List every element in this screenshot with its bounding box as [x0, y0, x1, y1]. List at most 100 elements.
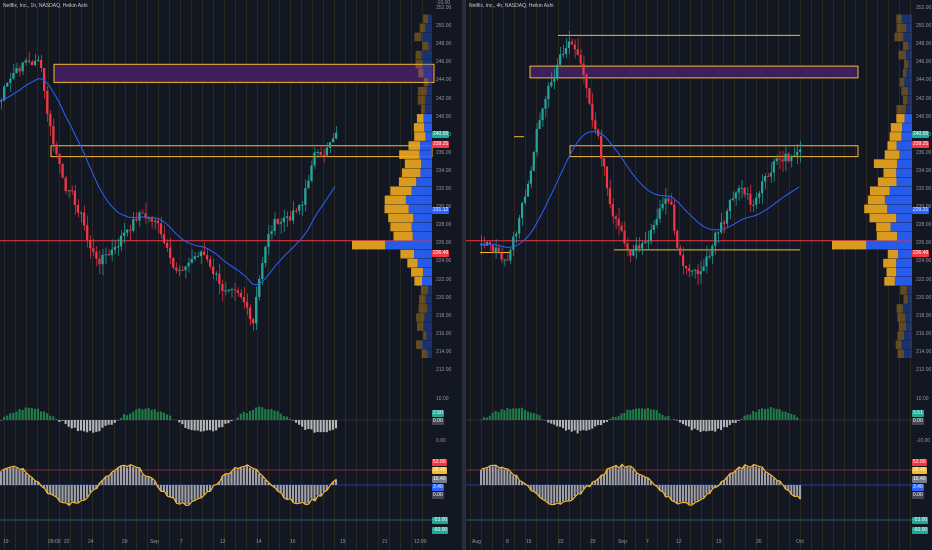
price-tick-label: 242.00: [916, 95, 932, 102]
candle-body: [591, 103, 594, 121]
volume-profile-bar: [405, 195, 432, 205]
candle-body: [684, 265, 688, 269]
osc2-histogram-bar: [144, 476, 147, 485]
volume-profile-bar: [423, 322, 432, 331]
osc2-histogram-bar: [494, 466, 497, 485]
osc1-histogram-bar: [784, 411, 787, 420]
osc1-histogram-bar: [588, 420, 591, 430]
osc2-histogram-bar: [509, 472, 512, 485]
volume-profile-bar: [421, 340, 432, 349]
session-grid-line: [48, 0, 49, 550]
price-tick-label: 244.00: [436, 77, 452, 84]
osc2-value-tag: -53.00: [432, 517, 449, 524]
right-chart-pane[interactable]: Netflix, Inc., 4h, NASDAQ, Heikin Ashi 2…: [466, 0, 932, 550]
candle-body: [184, 266, 187, 271]
osc1-histogram-bar: [141, 409, 144, 420]
volume-profile-bar: [883, 258, 897, 268]
osc1-histogram-bar: [178, 420, 181, 423]
candle-body: [641, 243, 644, 249]
osc1-histogram-bar: [89, 420, 92, 431]
osc2-histogram-bar: [702, 485, 705, 498]
candle-body: [153, 220, 156, 222]
osc2-histogram-bar: [538, 485, 541, 497]
candle-body: [79, 212, 83, 214]
osc1-histogram-bar: [310, 420, 313, 430]
osc1-histogram-bar: [553, 420, 556, 425]
osc2-histogram-bar: [196, 485, 199, 498]
osc2-histogram-bar: [731, 473, 734, 485]
osc2-histogram-bar: [6, 468, 9, 485]
left-price-axis[interactable]: 252.00 250.00 248.00 246.00 244.00 242.00 240.…: [432, 0, 462, 550]
osc1-histogram-bar: [506, 407, 509, 420]
candle-body: [288, 216, 292, 221]
osc1-histogram-bar: [752, 410, 755, 420]
candle-body: [670, 201, 673, 205]
right-price-axis[interactable]: 252.00 250.00 248.00 246.00 244.00 242.00 240.…: [912, 0, 932, 550]
osc1-histogram-bar: [169, 415, 172, 420]
candle-body: [291, 210, 295, 221]
osc1-histogram-bar: [236, 417, 239, 420]
osc2-histogram-bar: [667, 485, 670, 496]
osc1-histogram-bar: [728, 420, 731, 425]
osc2-histogram-bar: [107, 476, 110, 485]
osc1-histogram-bar: [221, 420, 224, 428]
candle-body: [588, 88, 591, 104]
osc2-histogram-bar: [199, 485, 202, 498]
candle-body: [301, 204, 304, 206]
osc1-histogram-bar: [737, 420, 740, 421]
osc1-histogram-bar: [76, 420, 79, 432]
candle-body: [520, 202, 524, 218]
candle-body: [52, 126, 55, 145]
candle-body: [82, 212, 86, 226]
candle-body: [652, 224, 655, 230]
osc1-histogram-bar: [24, 407, 27, 420]
candle-body: [165, 242, 169, 248]
osc2-histogram-bar: [681, 485, 685, 502]
candle-body: [61, 163, 64, 178]
osc1-histogram-bar: [334, 420, 338, 429]
osc2-value-tag: 3.40: [432, 484, 444, 491]
candle-body: [769, 172, 772, 177]
osc1-histogram-bar: [251, 409, 255, 420]
osc2-histogram-bar: [9, 467, 12, 485]
osc1-histogram-bar: [781, 411, 784, 420]
osc2-histogram-bar: [58, 485, 61, 501]
right-chart-canvas[interactable]: [466, 0, 932, 550]
osc2-histogram-bar: [643, 477, 646, 485]
candle-body: [36, 59, 40, 61]
candle-body: [535, 128, 538, 153]
osc2-histogram-bar: [230, 471, 233, 485]
volume-profile-bar: [414, 32, 422, 42]
candle-body: [673, 204, 676, 231]
osc1-histogram-bar: [55, 419, 58, 420]
osc2-histogram-bar: [617, 468, 620, 485]
osc2-histogram-bar: [506, 469, 509, 485]
left-chart-pane[interactable]: Netflix, Inc., 1h, NASDAQ, Heikin Ashi 2…: [0, 0, 462, 550]
osc1-histogram-bar: [714, 420, 717, 432]
osc2-histogram-bar: [178, 485, 181, 504]
left-chart-canvas[interactable]: [0, 0, 462, 550]
volume-profile-bar: [900, 286, 907, 295]
candle-body: [638, 245, 641, 249]
osc2-histogram-bar: [503, 469, 506, 485]
candle-body: [714, 232, 717, 246]
volume-profile-bar: [904, 114, 912, 123]
candle-body: [12, 72, 15, 79]
candle-body: [193, 256, 196, 259]
price-tag: 240.55: [912, 131, 930, 138]
price-tick-label: 250.00: [436, 23, 452, 30]
osc1-histogram-bar: [245, 413, 248, 420]
osc2-histogram-bar: [567, 485, 570, 501]
candle-body: [73, 190, 77, 205]
session-grid-line: [855, 0, 856, 550]
volume-profile-bar: [899, 77, 905, 87]
volume-profile-bar: [903, 331, 912, 340]
volume-profile-bar: [902, 304, 912, 313]
osc1-histogram-bar: [611, 416, 614, 420]
osc1-histogram-bar: [322, 420, 325, 433]
osc2-histogram-bar: [705, 485, 708, 494]
osc2-histogram-bar: [620, 465, 623, 485]
volume-profile-bar: [896, 168, 912, 178]
candle-body: [529, 170, 532, 184]
session-grid-line: [800, 0, 801, 550]
